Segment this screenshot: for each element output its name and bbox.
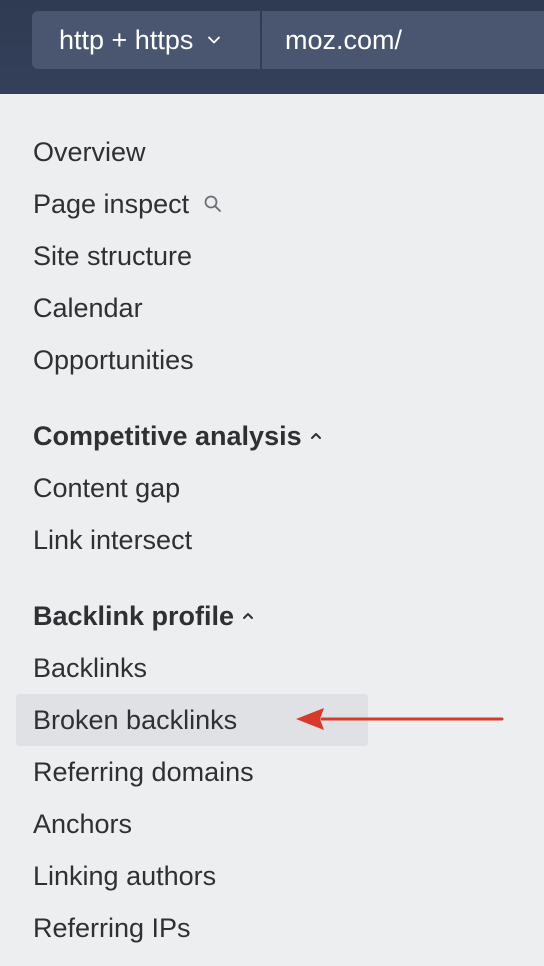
sidebar-item-label: Overview bbox=[33, 137, 146, 167]
sidebar-item-referring-domains[interactable]: Referring domains bbox=[33, 755, 254, 789]
sidebar-item-link-intersect[interactable]: Link intersect bbox=[33, 523, 192, 557]
sidebar-item-page-inspect[interactable]: Page inspect bbox=[33, 187, 223, 221]
chevron-down-icon bbox=[208, 36, 221, 44]
sidebar-item-anchors[interactable]: Anchors bbox=[33, 807, 132, 841]
sidebar-item-label: Page inspect bbox=[33, 189, 190, 219]
sidebar-item-label: Broken backlinks bbox=[33, 705, 238, 735]
section-competitive-analysis[interactable]: Competitive analysis bbox=[33, 419, 322, 453]
sidebar-item-label: Content gap bbox=[33, 473, 181, 503]
sidebar-item-site-structure[interactable]: Site structure bbox=[33, 239, 192, 273]
sidebar-item-linking-authors[interactable]: Linking authors bbox=[33, 859, 216, 893]
sidebar-item-label: Opportunities bbox=[33, 345, 194, 375]
protocol-select-label: http + https bbox=[59, 24, 194, 55]
sidebar-item-overview[interactable]: Overview bbox=[33, 135, 146, 169]
sidebar-item-label: Link intersect bbox=[33, 525, 193, 555]
sidebar-item-opportunities[interactable]: Opportunities bbox=[33, 343, 194, 377]
section-backlink-profile[interactable]: Backlink profile bbox=[33, 599, 254, 633]
top-bar: http + https moz.com/ bbox=[0, 0, 544, 94]
sidebar-item-label: Anchors bbox=[33, 809, 133, 839]
sidebar-item-calendar[interactable]: Calendar bbox=[33, 291, 143, 325]
sidebar-item-referring-ips[interactable]: Referring IPs bbox=[33, 911, 191, 945]
url-input-value: moz.com/ bbox=[285, 24, 403, 55]
protocol-select[interactable]: http + https bbox=[32, 11, 260, 69]
sidebar-item-label: Referring IPs bbox=[33, 913, 191, 943]
section-title: Backlink profile bbox=[33, 601, 235, 631]
url-input[interactable]: moz.com/ bbox=[262, 11, 544, 69]
sidebar-item-content-gap[interactable]: Content gap bbox=[33, 471, 180, 505]
sidebar-item-broken-backlinks[interactable]: Broken backlinks bbox=[33, 703, 237, 737]
sidebar-item-label: Linking authors bbox=[33, 861, 217, 891]
sidebar-item-backlinks[interactable]: Backlinks bbox=[33, 651, 147, 685]
chevron-up-icon bbox=[310, 433, 321, 439]
search-icon bbox=[204, 195, 222, 212]
chevron-up-icon bbox=[243, 613, 254, 619]
sidebar-item-label: Calendar bbox=[33, 293, 143, 323]
arrow-left-icon bbox=[296, 708, 504, 730]
sidebar-item-label: Backlinks bbox=[33, 653, 148, 683]
sidebar-item-label: Referring domains bbox=[33, 757, 254, 787]
section-title: Competitive analysis bbox=[33, 421, 302, 451]
sidebar-nav: Overview Page inspect Site structure Cal… bbox=[0, 94, 544, 966]
sidebar-item-label: Site structure bbox=[33, 241, 193, 271]
